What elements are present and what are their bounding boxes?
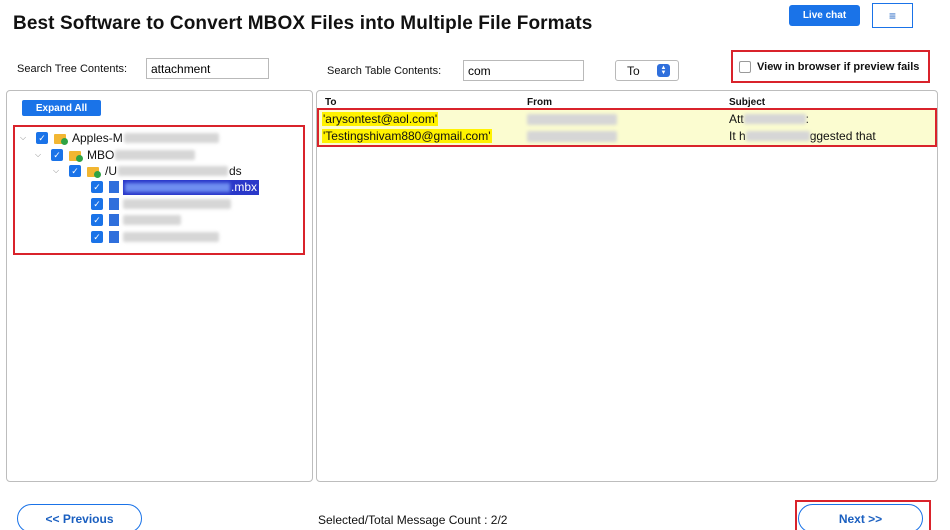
tree-node-label: /U (105, 164, 117, 178)
view-in-browser-label: View in browser if preview fails (757, 60, 920, 73)
search-field-value: To (627, 63, 640, 78)
tree-file-selected[interactable]: ✓ .mbx (91, 179, 260, 195)
live-chat-button[interactable]: Live chat (789, 5, 860, 26)
tree-node-root[interactable]: ⌵ ✓ Apples-M (20, 130, 219, 146)
previous-button[interactable]: << Previous (17, 504, 142, 530)
column-header-from[interactable]: From (527, 97, 552, 108)
search-tree-input[interactable]: attachment (146, 58, 269, 79)
redacted-text (123, 133, 219, 143)
redacted-text (125, 182, 230, 192)
tree-checkbox[interactable]: ✓ (91, 214, 103, 226)
tree-checkbox[interactable]: ✓ (91, 198, 103, 210)
mbox-file-icon (109, 231, 119, 243)
tree-file-item[interactable]: ✓ (91, 212, 181, 228)
expand-all-button[interactable]: Expand All (22, 100, 101, 116)
search-table-label: Search Table Contents: (327, 65, 442, 77)
tree-checkbox[interactable]: ✓ (91, 231, 103, 243)
tree-node-mbox[interactable]: ⌵ ✓ MBO (35, 147, 196, 163)
tree-node-path[interactable]: ⌵ ✓ /U ds (53, 163, 242, 179)
collapse-chevron-icon[interactable]: ⌵ (35, 150, 45, 160)
tree-file-item[interactable]: ✓ (91, 196, 231, 212)
tree-checkbox[interactable]: ✓ (69, 165, 81, 177)
mbox-file-icon (109, 214, 119, 226)
view-in-browser-option[interactable]: View in browser if preview fails (731, 50, 930, 83)
menu-button[interactable]: ≡ (872, 3, 913, 28)
selected-file-label[interactable]: .mbx (123, 179, 260, 195)
tree-checkbox[interactable]: ✓ (91, 181, 103, 193)
page-title: Best Software to Convert MBOX Files into… (13, 13, 593, 34)
column-header-subject[interactable]: Subject (729, 97, 765, 108)
hamburger-menu-icon: ≡ (888, 8, 896, 23)
tree-node-label: MBO (87, 148, 115, 162)
table-highlight-box (317, 108, 937, 147)
search-table-input[interactable]: com (463, 60, 584, 81)
redacted-text (115, 150, 196, 160)
message-count: Selected/Total Message Count : 2/2 (318, 513, 508, 527)
redacted-text (118, 166, 228, 176)
collapse-chevron-icon[interactable]: ⌵ (20, 133, 30, 143)
tree-file-item[interactable]: ✓ (91, 229, 219, 245)
mailbox-folder-icon (69, 150, 83, 162)
selected-file-ext: .mbx (231, 180, 258, 194)
mailbox-folder-icon (54, 133, 68, 145)
tree-node-label-suffix: ds (229, 164, 242, 178)
redacted-text (123, 215, 181, 225)
updown-chevron-icon: ▲ ▼ (657, 64, 670, 77)
redacted-text (123, 232, 219, 242)
tree-node-label: Apples-M (72, 131, 123, 145)
column-header-to[interactable]: To (325, 97, 336, 108)
collapse-chevron-icon[interactable]: ⌵ (53, 166, 63, 176)
mailbox-folder-icon (87, 166, 101, 178)
tree-checkbox[interactable]: ✓ (36, 132, 48, 144)
mbox-file-icon (109, 198, 119, 210)
next-highlight-box (795, 500, 931, 530)
view-in-browser-checkbox[interactable] (739, 60, 751, 73)
search-tree-label: Search Tree Contents: (17, 63, 128, 75)
tree-checkbox[interactable]: ✓ (51, 149, 63, 161)
redacted-text (123, 199, 231, 209)
search-field-select[interactable]: To ▲ ▼ (615, 60, 679, 81)
message-table-panel (316, 90, 938, 482)
mbox-file-icon (109, 181, 119, 193)
